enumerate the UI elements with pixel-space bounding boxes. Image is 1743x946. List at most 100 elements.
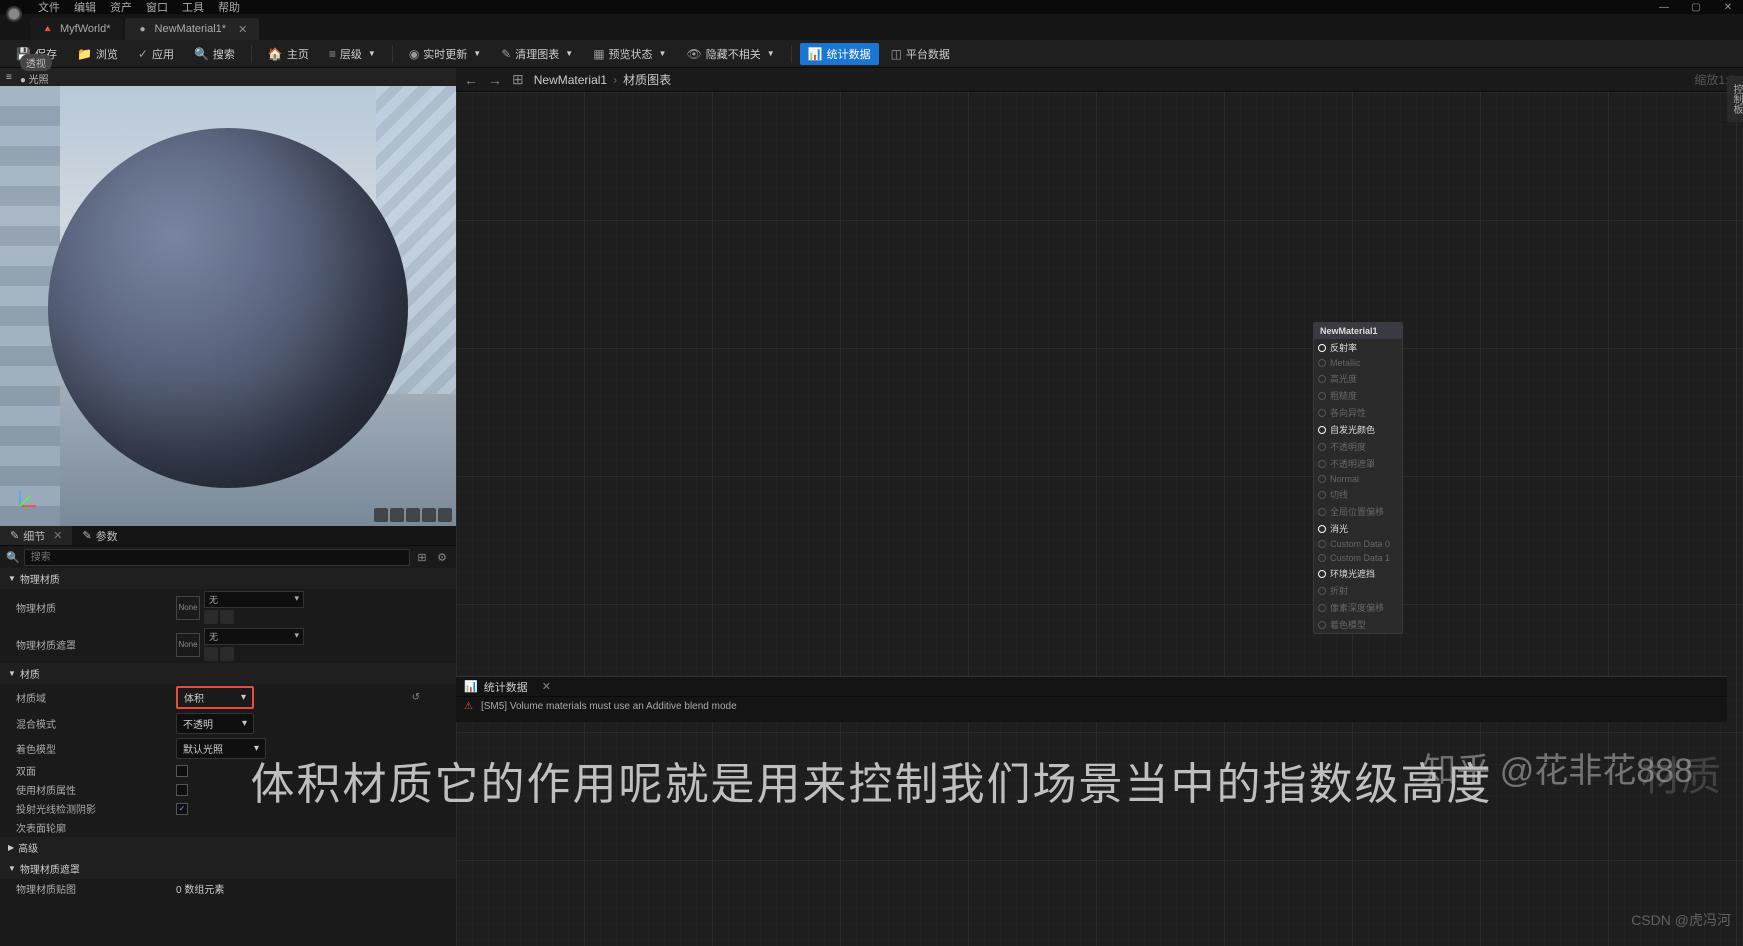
toolbar-button[interactable]: 📊统计数据 bbox=[800, 43, 879, 65]
pin-socket-icon[interactable] bbox=[1318, 475, 1326, 483]
reset-icon[interactable]: ↺ bbox=[412, 692, 420, 703]
browse-icon[interactable] bbox=[204, 610, 218, 624]
stats-tab[interactable]: 📊 统计数据 ✕ bbox=[456, 677, 1727, 697]
document-tab[interactable]: 🔺MyfWorld* bbox=[30, 18, 123, 40]
material-output-node[interactable]: NewMaterial1 反射率Metallic高光度粗糙度各向异性自发光颜色不… bbox=[1313, 322, 1403, 634]
node-input-pin[interactable]: 着色模型 bbox=[1314, 616, 1402, 633]
toolbar-button[interactable]: 👁隐藏不相关▼ bbox=[678, 43, 782, 65]
asset-dropdown[interactable]: 无▾ bbox=[204, 591, 304, 608]
property-checkbox[interactable] bbox=[176, 784, 188, 796]
property-dropdown[interactable]: 不透明▾ bbox=[176, 713, 254, 734]
document-tab[interactable]: ●NewMaterial1*✕ bbox=[125, 18, 260, 40]
node-input-pin[interactable]: 不透明度 bbox=[1314, 438, 1402, 455]
node-input-pin[interactable]: 自发光颜色 bbox=[1314, 421, 1402, 438]
node-input-pin[interactable]: 全局位置偏移 bbox=[1314, 503, 1402, 520]
asset-thumbnail[interactable]: None bbox=[176, 596, 200, 620]
viewport-mode-button[interactable]: 透视 bbox=[20, 54, 52, 71]
palette-side-tab[interactable]: 控制板 bbox=[1727, 76, 1743, 122]
toolbar-button[interactable]: 📁浏览 bbox=[69, 43, 126, 65]
menu-item[interactable]: 窗口 bbox=[146, 0, 168, 15]
nav-forward-icon[interactable]: → bbox=[488, 72, 502, 88]
material-preview-viewport[interactable] bbox=[0, 86, 456, 526]
details-tab[interactable]: ✎细节✕ bbox=[0, 526, 72, 545]
cylinder-icon[interactable] bbox=[374, 508, 388, 522]
toolbar-button[interactable]: 🔍搜索 bbox=[186, 43, 243, 65]
toolbar-button[interactable]: ≡层级▼ bbox=[321, 43, 384, 65]
node-input-pin[interactable]: 切线 bbox=[1314, 486, 1402, 503]
property-section-header[interactable]: ▼材质 bbox=[0, 663, 456, 684]
pin-socket-icon[interactable] bbox=[1318, 460, 1326, 468]
node-input-pin[interactable]: Custom Data 0 bbox=[1314, 537, 1402, 551]
nav-back-icon[interactable]: ← bbox=[464, 72, 478, 88]
menu-item[interactable]: 帮助 bbox=[218, 0, 240, 15]
filter-icon[interactable]: ⊞ bbox=[414, 549, 430, 565]
details-tab[interactable]: ✎参数 bbox=[72, 526, 127, 545]
node-input-pin[interactable]: 各向异性 bbox=[1314, 404, 1402, 421]
viewport-hamburger[interactable]: ≡ bbox=[6, 72, 12, 83]
node-input-pin[interactable]: 消光 bbox=[1314, 520, 1402, 537]
menu-item[interactable]: 编辑 bbox=[74, 0, 96, 15]
cube-icon[interactable] bbox=[422, 508, 436, 522]
use-icon[interactable] bbox=[220, 610, 234, 624]
node-input-pin[interactable]: 高光度 bbox=[1314, 370, 1402, 387]
pin-socket-icon[interactable] bbox=[1318, 491, 1326, 499]
pin-socket-icon[interactable] bbox=[1318, 443, 1326, 451]
property-dropdown[interactable]: 默认光照▾ bbox=[176, 738, 266, 759]
asset-thumbnail[interactable]: None bbox=[176, 633, 200, 657]
asset-dropdown[interactable]: 无▾ bbox=[204, 628, 304, 645]
property-checkbox[interactable] bbox=[176, 803, 188, 815]
browse-icon[interactable] bbox=[204, 647, 218, 661]
node-input-pin[interactable]: 环境光遮挡 bbox=[1314, 565, 1402, 582]
use-icon[interactable] bbox=[220, 647, 234, 661]
toolbar-button[interactable]: ✓应用 bbox=[130, 43, 182, 65]
node-input-pin[interactable]: Normal bbox=[1314, 472, 1402, 486]
pin-socket-icon[interactable] bbox=[1318, 344, 1326, 352]
property-subsection-header[interactable]: ▶高级 bbox=[0, 837, 456, 858]
pin-socket-icon[interactable] bbox=[1318, 570, 1326, 578]
node-input-pin[interactable]: Custom Data 1 bbox=[1314, 551, 1402, 565]
node-input-pin[interactable]: 不透明遮罩 bbox=[1314, 455, 1402, 472]
pin-socket-icon[interactable] bbox=[1318, 554, 1326, 562]
material-graph[interactable]: NewMaterial1 反射率Metallic高光度粗糙度各向异性自发光颜色不… bbox=[456, 92, 1743, 946]
tab-close-icon[interactable]: ✕ bbox=[238, 23, 247, 36]
property-checkbox[interactable] bbox=[176, 765, 188, 777]
sphere-icon[interactable] bbox=[390, 508, 404, 522]
breadcrumb-leaf[interactable]: 材质图表 bbox=[623, 71, 671, 88]
stats-close-icon[interactable]: ✕ bbox=[542, 680, 551, 693]
details-search-input[interactable] bbox=[24, 549, 410, 566]
pin-socket-icon[interactable] bbox=[1318, 587, 1326, 595]
breadcrumb-root[interactable]: NewMaterial1 bbox=[534, 73, 607, 87]
close-button[interactable]: ✕ bbox=[1713, 0, 1743, 14]
custom-mesh-icon[interactable] bbox=[438, 508, 452, 522]
node-input-pin[interactable]: 粗糙度 bbox=[1314, 387, 1402, 404]
plane-icon[interactable] bbox=[406, 508, 420, 522]
node-input-pin[interactable]: Metallic bbox=[1314, 356, 1402, 370]
toolbar-button[interactable]: 🏠主页 bbox=[260, 43, 317, 65]
tab-close-icon[interactable]: ✕ bbox=[53, 529, 62, 542]
pin-socket-icon[interactable] bbox=[1318, 525, 1326, 533]
node-input-pin[interactable]: 反射率 bbox=[1314, 339, 1402, 356]
toolbar-button[interactable]: ▦预览状态▼ bbox=[585, 43, 674, 65]
toolbar-button[interactable]: ◫平台数据 bbox=[883, 43, 958, 65]
property-section-header[interactable]: ▼物理材质 bbox=[0, 568, 456, 589]
toolbar-button[interactable]: ◉实时更新▼ bbox=[401, 43, 489, 65]
property-section-header[interactable]: ▼物理材质遮罩 bbox=[0, 858, 456, 879]
pin-socket-icon[interactable] bbox=[1318, 508, 1326, 516]
property-dropdown[interactable]: 体积▾ bbox=[176, 686, 254, 709]
pin-socket-icon[interactable] bbox=[1318, 409, 1326, 417]
maximize-button[interactable]: ▢ bbox=[1681, 0, 1711, 14]
pin-socket-icon[interactable] bbox=[1318, 359, 1326, 367]
nav-home-icon[interactable]: ⊞ bbox=[512, 71, 524, 88]
toolbar-button[interactable]: ✎清理图表▼ bbox=[493, 43, 581, 65]
pin-socket-icon[interactable] bbox=[1318, 540, 1326, 548]
node-input-pin[interactable]: 像素深度偏移 bbox=[1314, 599, 1402, 616]
pin-socket-icon[interactable] bbox=[1318, 392, 1326, 400]
menu-item[interactable]: 资产 bbox=[110, 0, 132, 15]
pin-socket-icon[interactable] bbox=[1318, 375, 1326, 383]
minimize-button[interactable]: — bbox=[1649, 0, 1679, 14]
node-input-pin[interactable]: 折射 bbox=[1314, 582, 1402, 599]
menu-item[interactable]: 工具 bbox=[182, 0, 204, 15]
pin-socket-icon[interactable] bbox=[1318, 604, 1326, 612]
pin-socket-icon[interactable] bbox=[1318, 426, 1326, 434]
viewport-mode-button[interactable]: ● 光照 bbox=[20, 71, 52, 86]
